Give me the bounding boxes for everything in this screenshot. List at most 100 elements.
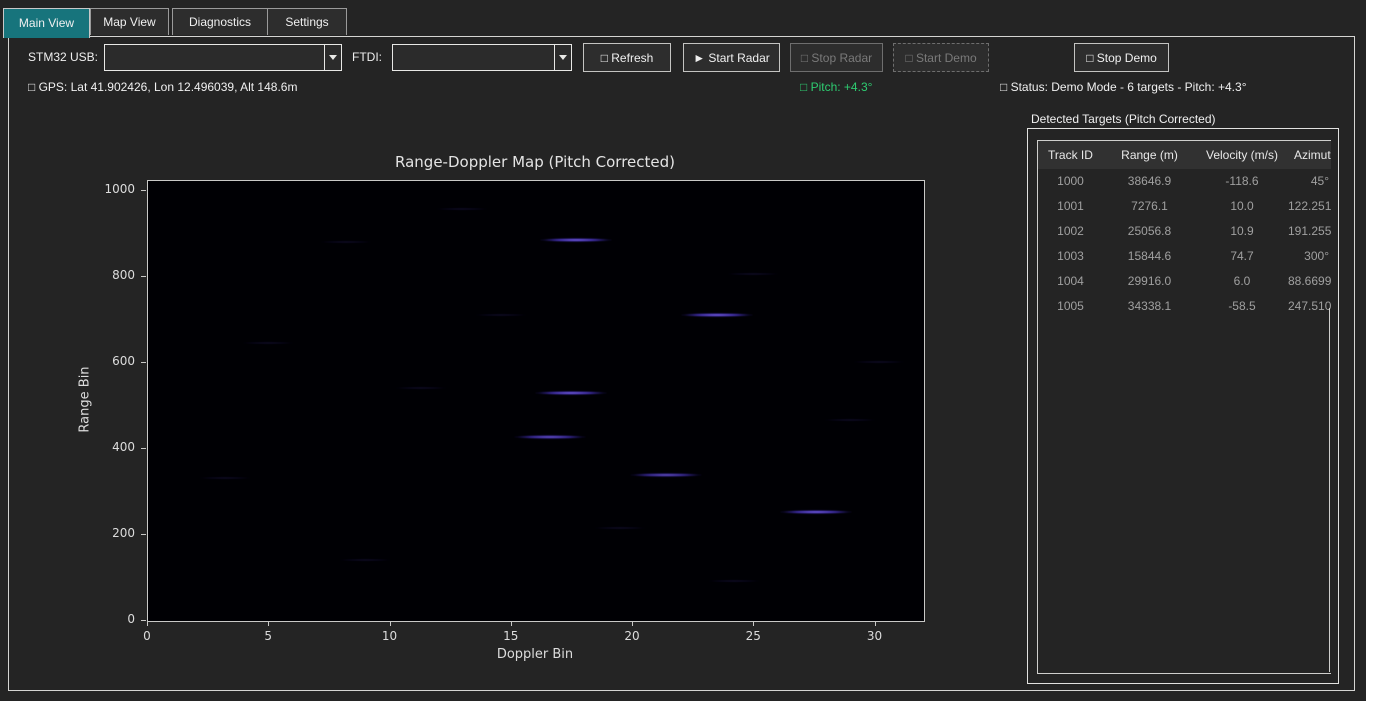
table-cell: 38646.9 (1103, 169, 1196, 194)
table-header-cell: Velocity (m/s) (1196, 141, 1288, 169)
table-cell: 1005 (1038, 294, 1103, 319)
x-tick-label: 10 (375, 629, 405, 643)
x-axis-label: Doppler Bin (147, 647, 923, 662)
table-row[interactable]: 100534338.1-58.5247.5104 (1038, 294, 1331, 319)
table-cell: 6.0 (1196, 269, 1288, 294)
table-cell: 122.2510 (1288, 194, 1329, 219)
table-cell: 10.0 (1196, 194, 1288, 219)
stm32-usb-label: STM32 USB: (28, 50, 98, 64)
table-cell: 191.2552 (1288, 219, 1329, 244)
table-cell: 1000 (1038, 169, 1103, 194)
stm32-usb-combobox[interactable] (104, 44, 342, 71)
noise-streak (320, 241, 372, 243)
table-cell: 10.9 (1196, 219, 1288, 244)
y-tick-mark (141, 534, 146, 535)
x-tick-label: 0 (132, 629, 162, 643)
table-cell: 1002 (1038, 219, 1103, 244)
table-row[interactable]: 100038646.9-118.645° (1038, 169, 1331, 194)
table-cell: 300° (1288, 244, 1329, 269)
table-cell: 7276.1 (1103, 194, 1196, 219)
noise-streak (594, 527, 646, 529)
table-header-cell: Range (m) (1103, 141, 1196, 169)
y-tick-label: 800 (59, 268, 135, 282)
x-tick-mark (147, 621, 148, 626)
x-tick-label: 5 (253, 629, 283, 643)
y-tick-mark (141, 362, 146, 363)
table-cell: 45° (1288, 169, 1329, 194)
refresh-button[interactable]: □ Refresh (583, 43, 671, 72)
x-tick-label: 25 (738, 629, 768, 643)
x-tick-mark (753, 621, 754, 626)
x-tick-label: 30 (860, 629, 890, 643)
demo-status-label: □ Status: Demo Mode - 6 targets - Pitch:… (1000, 80, 1247, 94)
table-row[interactable]: 100315844.674.7300° (1038, 244, 1331, 269)
table-row[interactable]: 100225056.810.9191.2552 (1038, 219, 1331, 244)
table-cell: 1001 (1038, 194, 1103, 219)
start-demo-button[interactable]: □ Start Demo (893, 43, 989, 72)
table-cell: 34338.1 (1103, 294, 1196, 319)
noise-streak (395, 387, 447, 389)
tab-map-view[interactable]: Map View (90, 8, 169, 35)
detection-streak (540, 238, 612, 242)
table-header-cell: Track ID (1038, 141, 1103, 169)
table-cell: 247.5104 (1288, 294, 1329, 319)
x-tick-mark (632, 621, 633, 626)
x-tick-mark (511, 621, 512, 626)
y-tick-label: 0 (59, 612, 135, 626)
range-doppler-heatmap (147, 180, 925, 622)
ftdi-label: FTDI: (352, 50, 382, 64)
detection-streak (535, 391, 607, 395)
y-tick-mark (141, 448, 146, 449)
y-tick-mark (141, 190, 146, 191)
y-tick-label: 400 (59, 440, 135, 454)
noise-streak (853, 361, 905, 363)
table-header-row: Track IDRange (m)Velocity (m/s)Azimuth (1038, 141, 1331, 169)
table-cell: 88.66998 (1288, 269, 1329, 294)
screen: Main View Map View Diagnostics Settings … (0, 0, 1380, 716)
table-row[interactable]: 100429916.06.088.66998 (1038, 269, 1331, 294)
x-tick-mark (390, 621, 391, 626)
chevron-down-icon[interactable] (324, 45, 341, 70)
y-tick-label: 600 (59, 354, 135, 368)
x-tick-label: 20 (617, 629, 647, 643)
y-tick-label: 200 (59, 526, 135, 540)
targets-caption: Detected Targets (Pitch Corrected) (1031, 112, 1216, 126)
noise-streak (339, 559, 391, 561)
y-axis-label: Range Bin (78, 355, 93, 445)
pitch-status-label: □ Pitch: +4.3° (800, 80, 872, 94)
chart-title: Range-Doppler Map (Pitch Corrected) (147, 153, 923, 171)
chevron-down-icon[interactable] (554, 45, 571, 70)
tab-diagnostics[interactable]: Diagnostics (172, 8, 268, 35)
table-cell: 15844.6 (1103, 244, 1196, 269)
table-cell: 1004 (1038, 269, 1103, 294)
tab-main-view[interactable]: Main View (3, 8, 90, 38)
stop-demo-button[interactable]: □ Stop Demo (1074, 43, 1169, 72)
targets-table[interactable]: Track IDRange (m)Velocity (m/s)Azimuth10… (1037, 140, 1331, 674)
detection-streak (514, 435, 586, 439)
ftdi-combobox[interactable] (392, 44, 572, 71)
x-tick-label: 15 (496, 629, 526, 643)
table-frame-edge (1329, 308, 1330, 672)
noise-streak (475, 314, 527, 316)
radar-app-window: Main View Map View Diagnostics Settings … (0, 0, 1366, 701)
noise-streak (242, 342, 294, 344)
table-cell: -58.5 (1196, 294, 1288, 319)
y-tick-label: 1000 (59, 182, 135, 196)
start-radar-button[interactable]: ► Start Radar (683, 43, 780, 72)
noise-streak (824, 419, 876, 421)
table-cell: 25056.8 (1103, 219, 1196, 244)
table-cell: -118.6 (1196, 169, 1288, 194)
tab-settings[interactable]: Settings (267, 8, 347, 35)
table-row[interactable]: 10017276.110.0122.2510 (1038, 194, 1331, 219)
table-header-cell: Azimuth (1294, 141, 1331, 169)
stop-radar-button[interactable]: □ Stop Radar (790, 43, 883, 72)
table-cell: 1003 (1038, 244, 1103, 269)
y-tick-mark (141, 276, 146, 277)
gps-status-label: □ GPS: Lat 41.902426, Lon 12.496039, Alt… (28, 80, 297, 94)
table-cell: 74.7 (1196, 244, 1288, 269)
x-tick-mark (875, 621, 876, 626)
table-cell: 29916.0 (1103, 269, 1196, 294)
y-tick-mark (141, 620, 146, 621)
noise-streak (727, 273, 779, 275)
x-tick-mark (268, 621, 269, 626)
